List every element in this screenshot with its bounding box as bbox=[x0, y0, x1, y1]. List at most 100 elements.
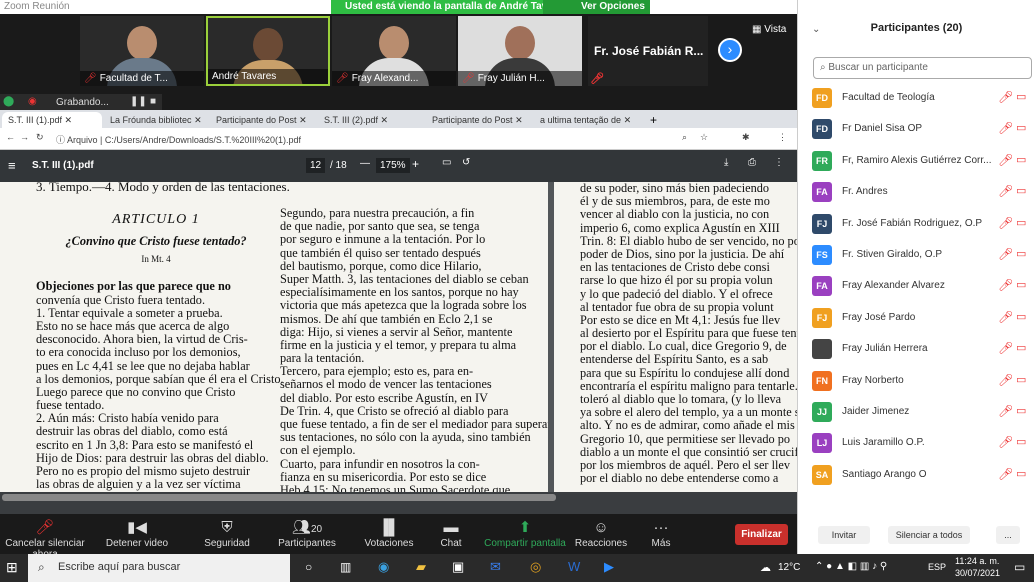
forward-icon[interactable]: → bbox=[20, 132, 29, 142]
page-number-input[interactable]: 12 bbox=[306, 158, 326, 173]
fit-page-icon[interactable]: ▭ bbox=[442, 157, 451, 168]
back-icon[interactable]: ← bbox=[6, 132, 15, 142]
mail-icon[interactable]: ✉ bbox=[490, 559, 501, 575]
share-banner-text: Usted está viendo la pantalla de André T… bbox=[345, 1, 568, 12]
participant-row[interactable]: FA Fray Alexander Alvarez 🎤︎ ▭ bbox=[812, 272, 1032, 300]
participant-row[interactable]: FS Fr. Stiven Giraldo, O.P 🎤︎ ▭ bbox=[812, 241, 1032, 269]
edge-icon[interactable]: ◉ bbox=[378, 559, 389, 575]
camera-off-icon: ▭ bbox=[1016, 91, 1027, 103]
download-icon[interactable]: ⤓ bbox=[724, 157, 728, 168]
task-view-icon[interactable]: ○ bbox=[305, 560, 312, 574]
mute-all-button[interactable]: Silenciar a todos bbox=[888, 526, 970, 544]
participant-name: Fray Norberto bbox=[842, 374, 904, 386]
search-icon: ⌕ bbox=[38, 560, 45, 574]
next-page-button[interactable]: › bbox=[718, 38, 742, 62]
participant-row[interactable]: FJ Fray José Pardo 🎤︎ ▭ bbox=[812, 304, 1032, 332]
mic-muted-icon: 🎤︎ bbox=[998, 247, 1014, 261]
scrollbar-thumb[interactable] bbox=[2, 494, 556, 501]
view-options-button[interactable]: Ver Opciones ▾ bbox=[543, 0, 650, 23]
browser-tab[interactable]: La Fróunda bibliotec ✕ bbox=[104, 112, 208, 128]
more-options-button[interactable]: ... bbox=[996, 526, 1020, 544]
share-banner: Usted está viendo la pantalla de André T… bbox=[331, 0, 650, 23]
video-tile[interactable]: 🎤︎ Fray Alexand... bbox=[332, 16, 456, 86]
participant-row[interactable]: LJ Luis Jaramillo O.P. 🎤︎ ▭ bbox=[812, 429, 1032, 457]
avatar: FA bbox=[812, 182, 832, 203]
shield-check-icon: ⬤ bbox=[3, 96, 15, 107]
browser-tab[interactable]: a ultima tentação de ✕ bbox=[534, 112, 638, 128]
view-button[interactable]: ▦ Vista bbox=[752, 24, 786, 35]
video-tile-name-only[interactable]: Fr. José Fabián R... 🎤︎ bbox=[588, 16, 708, 86]
star-icon[interactable]: ☆ bbox=[700, 132, 708, 143]
chrome-icon[interactable]: ◎ bbox=[530, 559, 541, 575]
participants-button[interactable]: 👥︎20 Participantes bbox=[262, 518, 352, 549]
folder-icon[interactable]: ▰ bbox=[416, 559, 426, 575]
tray-icons[interactable]: ⌃ ● ▲ ◧ ▥ ♪ ⚲ bbox=[815, 561, 887, 572]
zoom-out-button[interactable]: — bbox=[360, 158, 370, 169]
participant-name: Fray Alexander Alvarez bbox=[842, 280, 945, 292]
extensions-icon[interactable]: ✱ bbox=[742, 132, 750, 143]
more-button[interactable]: ··· Más bbox=[616, 518, 706, 549]
text-line: Heb 4,15: No tenemos un Sumo Sacerdote q… bbox=[280, 482, 511, 492]
participant-name: Luis Jaramillo O.P. bbox=[842, 437, 925, 449]
end-meeting-button[interactable]: Finalizar bbox=[735, 524, 788, 545]
participant-row[interactable]: Fray Julián Herrera 🎤︎ ▭ bbox=[812, 335, 1032, 363]
participant-row[interactable]: JJ Jaider Jimenez 🎤︎ ▭ bbox=[812, 398, 1032, 426]
more-icon[interactable]: ⋮ bbox=[774, 157, 784, 168]
zoom-level[interactable]: 175% bbox=[376, 158, 410, 173]
participant-row[interactable]: SA Santiago Arango O 🎤︎ ▭ bbox=[812, 461, 1032, 489]
avatar: FN bbox=[812, 370, 832, 391]
participant-row[interactable]: FN Fray Norberto 🎤︎ ▭ bbox=[812, 367, 1032, 395]
print-icon[interactable]: ⎙ bbox=[748, 157, 756, 168]
video-tile[interactable]: 🎤︎ Facultad de T... bbox=[80, 16, 204, 86]
participant-row[interactable]: FJ Fr. José Fabián Rodriguez, O.P 🎤︎ ▭ bbox=[812, 210, 1032, 238]
participant-row[interactable]: FD Facultad de Teología 🎤︎ ▭ bbox=[812, 84, 1032, 112]
participant-row[interactable]: FD Fr Daniel Sisa OP 🎤︎ ▭ bbox=[812, 115, 1032, 143]
stop-recording-button[interactable]: ■ bbox=[150, 96, 156, 107]
avatar bbox=[812, 339, 832, 360]
notifications-icon[interactable]: ▭ bbox=[1014, 560, 1025, 574]
zoom-app-icon[interactable]: ▶ bbox=[604, 559, 614, 575]
url-prefix: Arquivo bbox=[67, 135, 98, 145]
avatar: FD bbox=[812, 88, 832, 108]
widgets-icon[interactable]: ▥ bbox=[340, 560, 351, 574]
invite-button[interactable]: Invitar bbox=[818, 526, 870, 544]
horizontal-scrollbar[interactable] bbox=[0, 492, 797, 514]
word-icon[interactable]: W bbox=[568, 559, 580, 574]
security-button[interactable]: ⛨ Seguridad bbox=[182, 518, 272, 549]
pdf-viewer[interactable]: 3. Tiempo.—4. Modo y orden de las tentac… bbox=[0, 182, 797, 492]
avatar: FA bbox=[812, 276, 832, 297]
text-line: con el ejemplo. bbox=[280, 443, 356, 458]
pause-recording-button[interactable]: ❚❚ bbox=[130, 96, 147, 107]
language-indicator[interactable]: ESP bbox=[928, 562, 946, 572]
control-label: Chat bbox=[440, 538, 462, 549]
participant-search-input[interactable]: ⌕ Buscar un participante bbox=[813, 57, 1032, 79]
taskbar-search-input[interactable]: Escribe aquí para buscar bbox=[28, 554, 290, 582]
clock-time[interactable]: 11:24 a. m. bbox=[955, 556, 999, 566]
browser-tab[interactable]: S.T. III (2).pdf ✕ bbox=[318, 112, 422, 128]
clock-date[interactable]: 30/07/2021 bbox=[955, 568, 1000, 578]
avatar: FS bbox=[812, 245, 832, 265]
text-line: a los demonios, porque sabían que él era… bbox=[36, 371, 284, 386]
video-tile[interactable]: 🎤︎ Fray Julián H... bbox=[458, 16, 582, 86]
browser-tab[interactable]: Participante do Post ✕ bbox=[210, 112, 314, 128]
hamburger-icon[interactable]: ≡ bbox=[8, 158, 16, 173]
reload-icon[interactable]: ↻ bbox=[36, 132, 44, 143]
new-tab-button[interactable]: + bbox=[650, 113, 657, 127]
participant-row[interactable]: FA Fr. Andres 🎤︎ ▭ bbox=[812, 178, 1032, 206]
store-icon[interactable]: ▣ bbox=[452, 559, 464, 575]
browser-tab[interactable]: Participante do Post ✕ bbox=[426, 112, 530, 128]
panel-title: Participantes (20) bbox=[870, 22, 963, 34]
participant-video bbox=[127, 26, 157, 60]
participant-name: Santiago Arango O bbox=[842, 468, 927, 480]
address-bar[interactable]: ← → ↻ ⓘ Arquivo | C:/Users/Andre/Downloa… bbox=[0, 128, 797, 150]
video-tile-active[interactable]: André Tavares bbox=[206, 16, 330, 86]
page-total: / 18 bbox=[330, 160, 347, 171]
zoom-in-button[interactable]: + bbox=[412, 157, 419, 171]
menu-icon[interactable]: ⋮ bbox=[778, 132, 787, 143]
stop-video-button[interactable]: ▮◀ Detener video bbox=[92, 518, 182, 549]
rotate-icon[interactable]: ↺ bbox=[462, 157, 470, 168]
participant-row[interactable]: FR Fr, Ramiro Alexis Gutiérrez Corr... 🎤︎ ▭ bbox=[812, 147, 1032, 175]
windows-start-icon[interactable]: ⊞ bbox=[6, 559, 18, 576]
browser-tab[interactable]: S.T. III (1).pdf ✕ bbox=[2, 112, 102, 128]
zoom-icon[interactable]: ⌕ bbox=[682, 132, 687, 143]
